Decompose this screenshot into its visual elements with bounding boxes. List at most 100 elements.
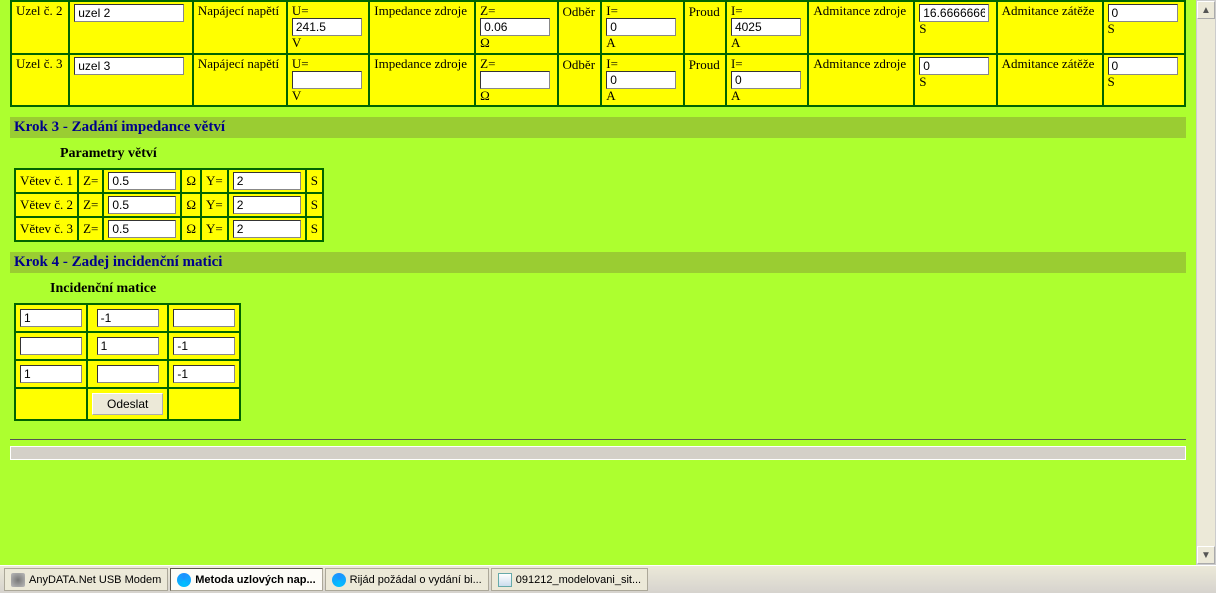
matrix-cell[interactable] <box>20 309 82 327</box>
branch-label: Větev č. 3 <box>16 218 77 240</box>
odber-label: Odběr <box>559 55 601 106</box>
u-input[interactable] <box>292 71 362 89</box>
table-row: Odeslat <box>16 389 239 419</box>
node-name-input[interactable] <box>74 4 184 22</box>
ie-icon <box>332 573 346 587</box>
i-prefix: I= <box>606 4 678 18</box>
admz-label: Admitance zdroje <box>809 55 913 106</box>
z-label: Z= <box>79 170 102 192</box>
node-name-input[interactable] <box>74 57 184 75</box>
z-input[interactable] <box>480 18 550 36</box>
i2-prefix: I= <box>731 57 803 71</box>
matrix-cell[interactable] <box>20 365 82 383</box>
branches-table: Větev č. 1 Z= Ω Y= S Větev č. 2 Z= Ω Y= … <box>14 168 324 242</box>
u-prefix: U= <box>292 57 364 71</box>
unit-s2: S <box>1108 75 1181 89</box>
step4-subtitle: Incidenční matice <box>50 281 1186 297</box>
y1-input[interactable] <box>919 4 989 22</box>
matrix-cell[interactable] <box>97 337 159 355</box>
branch-y-input[interactable] <box>233 196 301 214</box>
table-row <box>16 333 239 359</box>
table-row: Větev č. 3 Z= Ω Y= S <box>16 218 322 240</box>
z-cell: Z= Ω <box>476 2 556 53</box>
unit-s: S <box>919 75 991 89</box>
matrix-cell[interactable] <box>173 309 235 327</box>
y1-input[interactable] <box>919 57 989 75</box>
unit-ohm: Ω <box>182 194 200 216</box>
taskbar-item-label: Rijád požádal o vydání bi... <box>350 574 482 586</box>
matrix-cell[interactable] <box>97 365 159 383</box>
branch-z-input[interactable] <box>108 196 176 214</box>
taskbar-item[interactable]: Metoda uzlových nap... <box>170 568 322 591</box>
unit-s: S <box>307 218 322 240</box>
y2-input[interactable] <box>1108 57 1178 75</box>
taskbar-item[interactable]: Rijád požádal o vydání bi... <box>325 568 489 591</box>
step3-heading: Krok 3 - Zadání impedance větví <box>10 117 1186 138</box>
z-prefix: Z= <box>480 4 552 18</box>
i2-cell: I= A <box>727 55 807 106</box>
document-icon <box>498 573 512 587</box>
matrix-cell[interactable] <box>97 309 159 327</box>
table-row <box>16 305 239 331</box>
z-input[interactable] <box>480 71 550 89</box>
matrix-cell[interactable] <box>173 337 235 355</box>
vertical-scrollbar[interactable]: ▲ ▼ <box>1196 0 1216 565</box>
taskbar-item[interactable]: AnyDATA.Net USB Modem <box>4 568 168 591</box>
i2-input[interactable] <box>731 18 801 36</box>
taskbar-item-label: 091212_modelovani_sit... <box>516 574 641 586</box>
unit-v: V <box>292 36 364 50</box>
matrix-cell[interactable] <box>173 365 235 383</box>
scroll-down-button[interactable]: ▼ <box>1197 546 1215 564</box>
i-input[interactable] <box>606 71 676 89</box>
unit-a2: A <box>731 36 803 50</box>
unit-ohm: Ω <box>480 36 552 50</box>
bottom-bar <box>10 446 1186 460</box>
ie-icon <box>177 573 191 587</box>
y1-cell: S <box>915 55 995 106</box>
unit-ohm: Ω <box>182 218 200 240</box>
proud-label: Proud <box>685 55 725 106</box>
i-input[interactable] <box>606 18 676 36</box>
modem-icon <box>11 573 25 587</box>
branch-z-input[interactable] <box>108 220 176 238</box>
u-prefix: U= <box>292 4 364 18</box>
table-row: Uzel č. 2 Napájecí napětí U= V Impedance… <box>12 2 1184 53</box>
branch-y-input[interactable] <box>233 172 301 190</box>
unit-a: A <box>606 89 678 103</box>
i-prefix: I= <box>606 57 678 71</box>
table-row <box>16 361 239 387</box>
i2-input[interactable] <box>731 71 801 89</box>
scroll-up-button[interactable]: ▲ <box>1197 1 1215 19</box>
admz-label: Admitance zdroje <box>809 2 913 53</box>
adml-label: Admitance zátěže <box>998 55 1102 106</box>
branch-y-input[interactable] <box>233 220 301 238</box>
unit-ohm: Ω <box>182 170 200 192</box>
y1-cell: S <box>915 2 995 53</box>
z-prefix: Z= <box>480 57 552 71</box>
viewport: Uzel č. 2 Napájecí napětí U= V Impedance… <box>0 0 1216 593</box>
branch-label: Větev č. 2 <box>16 194 77 216</box>
submit-button[interactable]: Odeslat <box>92 393 163 415</box>
unit-ohm: Ω <box>480 89 552 103</box>
imp-label: Impedance zdroje <box>370 2 474 53</box>
u-input[interactable] <box>292 18 362 36</box>
y-label: Y= <box>202 218 227 240</box>
table-row: Uzel č. 3 Napájecí napětí U= V Impedance… <box>12 55 1184 106</box>
taskbar-item-label: Metoda uzlových nap... <box>195 574 315 586</box>
taskbar: AnyDATA.Net USB Modem Metoda uzlových na… <box>0 565 1216 593</box>
branch-label: Větev č. 1 <box>16 170 77 192</box>
u-cell: U= V <box>288 2 368 53</box>
y2-cell: S <box>1104 55 1185 106</box>
y-label: Y= <box>202 170 227 192</box>
y2-input[interactable] <box>1108 4 1178 22</box>
i-cell: I= A <box>602 55 682 106</box>
y2-cell: S <box>1104 2 1185 53</box>
taskbar-item[interactable]: 091212_modelovani_sit... <box>491 568 648 591</box>
branch-z-input[interactable] <box>108 172 176 190</box>
i-cell: I= A <box>602 2 682 53</box>
supply-label: Napájecí napětí <box>194 2 286 53</box>
step4-heading: Krok 4 - Zadej incidenční matici <box>10 252 1186 273</box>
incidence-matrix: Odeslat <box>14 303 241 421</box>
node-name-cell <box>70 55 192 106</box>
matrix-cell[interactable] <box>20 337 82 355</box>
